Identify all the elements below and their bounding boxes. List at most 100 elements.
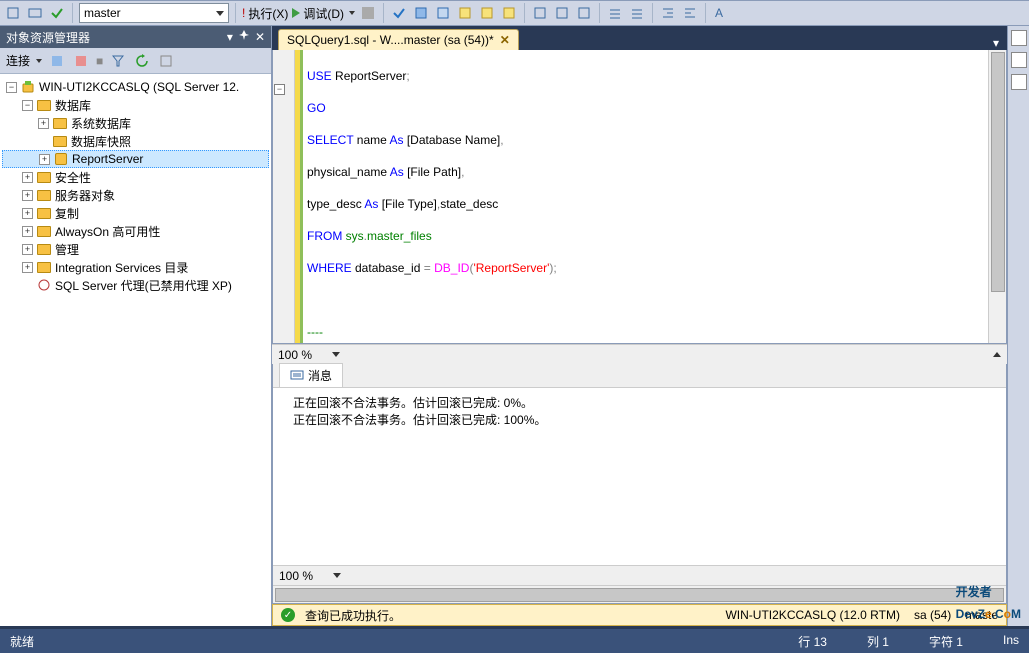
tree-label: 管理 <box>55 241 79 258</box>
tb-btn[interactable] <box>500 4 518 22</box>
rside-btn[interactable] <box>1011 74 1027 90</box>
messages-tab-label: 消息 <box>308 367 332 384</box>
tree-label: 数据库 <box>55 97 91 114</box>
tab-close-icon[interactable]: ✕ <box>500 33 510 47</box>
tb-btn[interactable]: A <box>712 4 730 22</box>
refresh-icon[interactable] <box>133 52 151 70</box>
close-icon[interactable]: ✕ <box>255 30 265 44</box>
tree-reportserver-node[interactable]: +ReportServer <box>2 150 269 168</box>
tb-btn[interactable] <box>456 4 474 22</box>
tb-btn[interactable] <box>157 52 175 70</box>
rside-btn[interactable] <box>1011 52 1027 68</box>
tree-label: 数据库快照 <box>71 133 131 150</box>
right-collapsed-pane <box>1007 26 1029 626</box>
tab-overflow-icon[interactable]: ▾ <box>985 36 1007 50</box>
indent-button[interactable] <box>659 4 677 22</box>
tree-management-node[interactable]: +管理 <box>2 240 269 258</box>
messages-body[interactable]: 正在回滚不合法事务。估计回滚已完成: 0%。 正在回滚不合法事务。估计回滚已完成… <box>273 388 1006 565</box>
message-line: 正在回滚不合法事务。估计回滚已完成: 0%。 <box>293 394 986 411</box>
status-ready: 就绪 <box>10 633 34 650</box>
tb-btn[interactable] <box>412 4 430 22</box>
tb-btn[interactable] <box>48 4 66 22</box>
sql-editor[interactable]: − USE ReportServer; GO SELECT name As [D… <box>272 50 1007 344</box>
tree-sysdb-node[interactable]: +系统数据库 <box>2 114 269 132</box>
tree-agent-node[interactable]: SQL Server 代理(已禁用代理 XP) <box>2 276 269 294</box>
main-toolbar: master ! 执行(X) 调试(D) A <box>0 0 1029 26</box>
debug-button[interactable]: 调试(D) <box>292 5 355 22</box>
tb-btn[interactable] <box>48 52 66 70</box>
sql-query-tab[interactable]: SQLQuery1.sql - W....master (sa (54))* ✕ <box>278 29 519 50</box>
debug-label: 调试(D) <box>303 5 344 22</box>
app-status-bar: 就绪 行 13 列 1 字符 1 Ins <box>0 629 1029 653</box>
messages-tab[interactable]: 消息 <box>279 363 343 387</box>
pin-icon[interactable] <box>239 30 249 44</box>
tree-label: Integration Services 目录 <box>55 259 188 276</box>
zoom-value[interactable]: 100 % <box>279 569 313 583</box>
document-tabstrip: SQLQuery1.sql - W....master (sa (54))* ✕… <box>272 26 1007 50</box>
tree-databases-node[interactable]: −数据库 <box>2 96 269 114</box>
zoom-bar: 100 % <box>272 344 1007 364</box>
tb-btn[interactable] <box>72 52 90 70</box>
chevron-down-icon <box>216 11 224 16</box>
message-line: 正在回滚不合法事务。估计回滚已完成: 100%。 <box>293 411 986 428</box>
tb-btn[interactable] <box>531 4 549 22</box>
tb-btn[interactable] <box>575 4 593 22</box>
tb-btn[interactable] <box>390 4 408 22</box>
execute-button[interactable]: ! 执行(X) <box>242 5 288 22</box>
tree-replication-node[interactable]: +复制 <box>2 204 269 222</box>
tree-label: ReportServer <box>72 152 143 166</box>
result-tabs: 消息 <box>273 364 1006 388</box>
filter-icon[interactable] <box>109 52 127 70</box>
tree-label: 复制 <box>55 205 79 222</box>
tb-btn[interactable] <box>26 4 44 22</box>
status-col: 列 1 <box>867 633 889 650</box>
tree-serverobj-node[interactable]: +服务器对象 <box>2 186 269 204</box>
tree-security-node[interactable]: +安全性 <box>2 168 269 186</box>
fold-icon[interactable]: − <box>274 84 285 95</box>
gutter: − <box>273 50 295 343</box>
tree-label: 服务器对象 <box>55 187 115 204</box>
tb-btn[interactable] <box>434 4 452 22</box>
status-server: WIN-UTI2KCCASLQ (12.0 RTM) <box>725 608 899 622</box>
database-combo-value: master <box>84 6 121 20</box>
tree-server-node[interactable]: −WIN-UTI2KCCASLQ (SQL Server 12. <box>2 78 269 96</box>
status-char: 字符 1 <box>929 633 963 650</box>
object-explorer-panel: 对象资源管理器 ▾ ✕ 连接 ■ −WIN-UTI2KCCASLQ (SQL S… <box>0 26 272 626</box>
tree-snapshot-node[interactable]: 数据库快照 <box>2 132 269 150</box>
tb-btn[interactable] <box>4 4 22 22</box>
object-tree[interactable]: −WIN-UTI2KCCASLQ (SQL Server 12. −数据库 +系… <box>0 74 271 626</box>
status-user: sa (54) <box>914 608 951 622</box>
msg-hscroll[interactable] <box>273 585 1006 603</box>
editor-vscroll[interactable] <box>988 50 1006 343</box>
tree-integration-node[interactable]: +Integration Services 目录 <box>2 258 269 276</box>
tree-label: AlwaysOn 高可用性 <box>55 223 160 240</box>
connect-button[interactable]: 连接 <box>6 52 30 69</box>
stop-button[interactable] <box>359 4 377 22</box>
zoom-bar-msg: 100 % <box>273 565 1006 585</box>
zoom-value[interactable]: 100 % <box>278 348 312 362</box>
tree-alwayson-node[interactable]: +AlwaysOn 高可用性 <box>2 222 269 240</box>
object-explorer-header: 对象资源管理器 ▾ ✕ <box>0 26 271 48</box>
tree-label: WIN-UTI2KCCASLQ (SQL Server 12. <box>39 80 239 94</box>
status-db: maste <box>965 608 998 622</box>
execute-label: 执行(X) <box>248 5 288 22</box>
messages-panel: 消息 正在回滚不合法事务。估计回滚已完成: 0%。 正在回滚不合法事务。估计回滚… <box>272 364 1007 604</box>
status-line: 行 13 <box>798 633 827 650</box>
status-ins: Ins <box>1003 633 1019 650</box>
tab-label: SQLQuery1.sql - W....master (sa (54))* <box>287 33 494 47</box>
outdent-button[interactable] <box>681 4 699 22</box>
comment-button[interactable] <box>606 4 624 22</box>
message-icon <box>290 370 304 382</box>
code-area[interactable]: USE ReportServer; GO SELECT name As [Dat… <box>303 50 988 343</box>
rside-btn[interactable] <box>1011 30 1027 46</box>
uncomment-button[interactable] <box>628 4 646 22</box>
dropdown-icon[interactable]: ▾ <box>227 30 233 44</box>
explorer-toolbar: 连接 ■ <box>0 48 271 74</box>
database-combo[interactable]: master <box>79 3 229 23</box>
tb-btn[interactable] <box>478 4 496 22</box>
play-icon <box>292 8 300 18</box>
main-area: SQLQuery1.sql - W....master (sa (54))* ✕… <box>272 26 1007 626</box>
object-explorer-title: 对象资源管理器 <box>6 29 90 46</box>
tb-btn[interactable] <box>553 4 571 22</box>
status-text: 查询已成功执行。 <box>305 607 401 624</box>
